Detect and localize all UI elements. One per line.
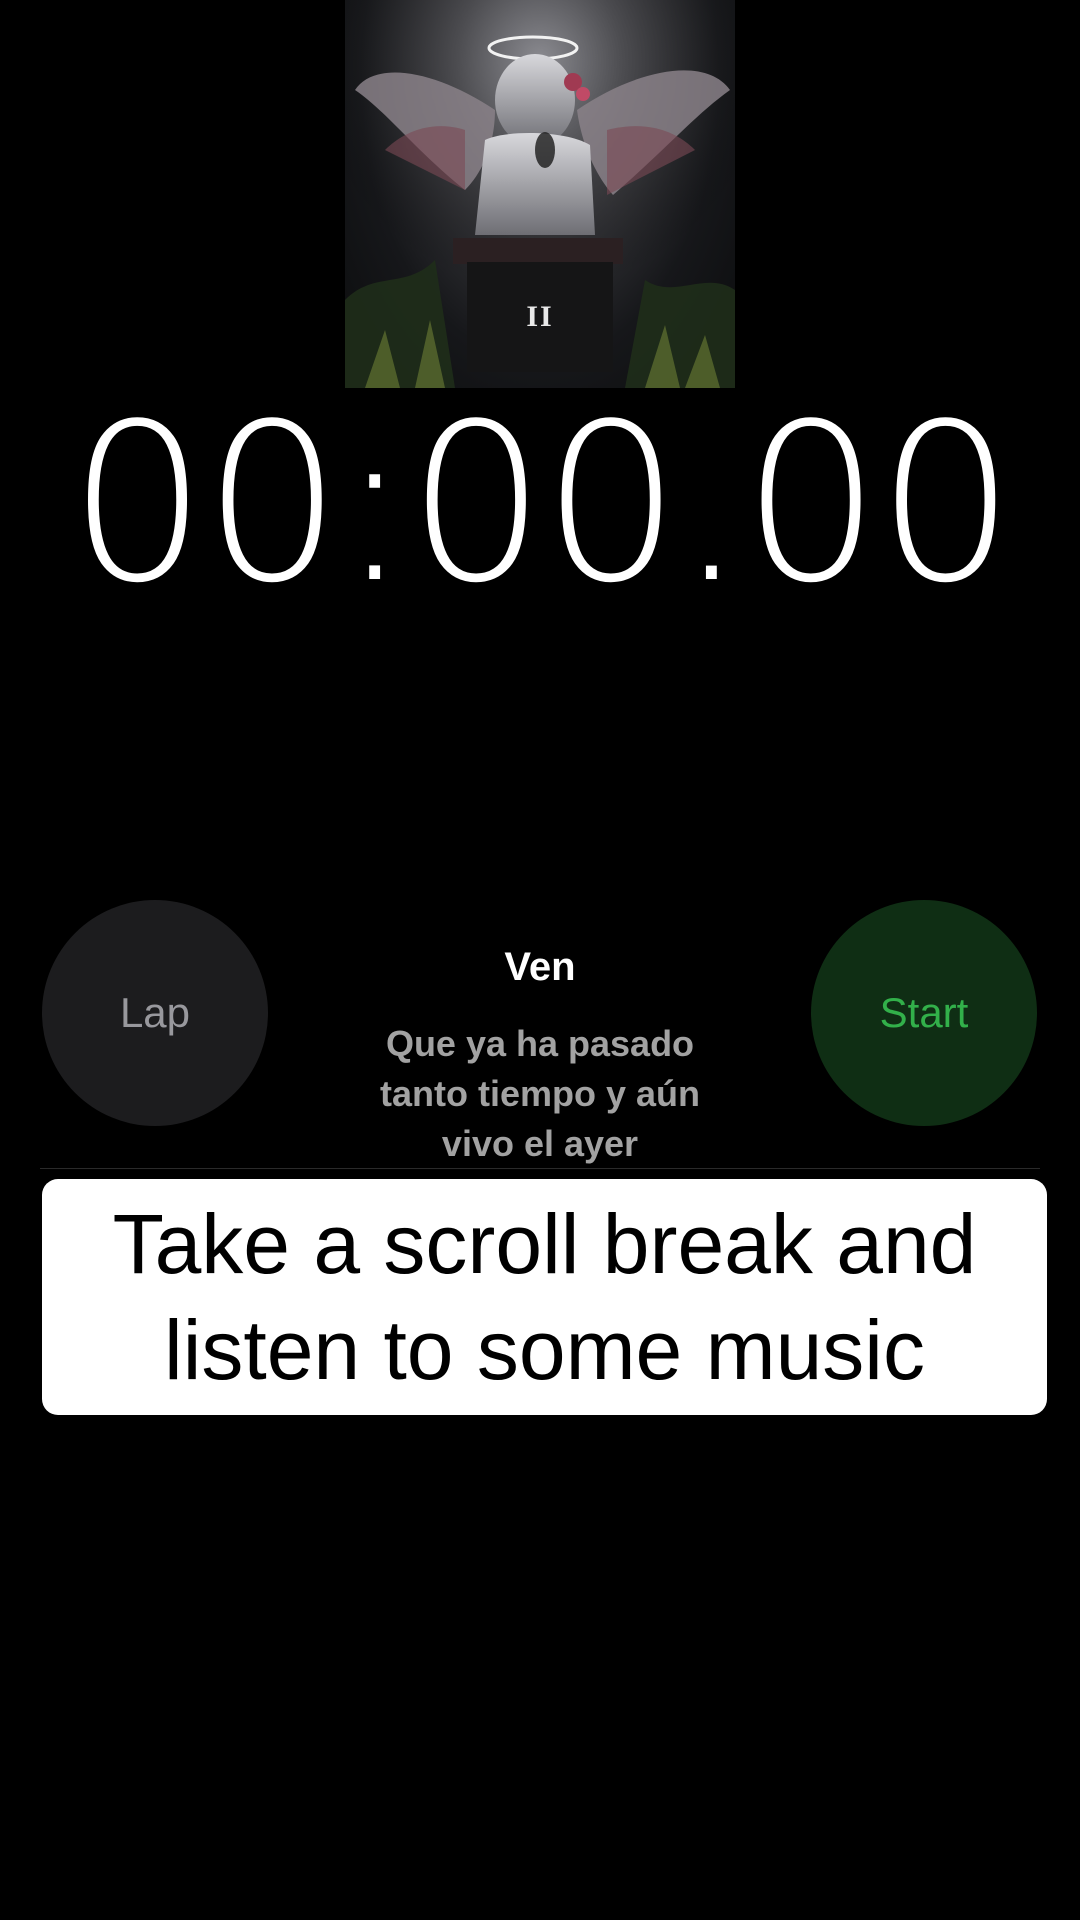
album-art[interactable]: II bbox=[345, 0, 735, 388]
stopwatch-time: 00:00.00 bbox=[68, 378, 1016, 631]
caption-line: listen to some music bbox=[164, 1303, 925, 1397]
lyrics-line: Que ya ha pasado bbox=[385, 1023, 695, 1064]
lap-button[interactable]: Lap bbox=[42, 900, 268, 1126]
lyrics: Que ya ha pasado tanto tiempo y aún vivo… bbox=[290, 1019, 790, 1169]
lyrics-line: tanto tiempo y aún bbox=[379, 1073, 700, 1114]
album-numeral: II bbox=[526, 300, 554, 333]
caption-line: Take a scroll break and bbox=[112, 1197, 977, 1291]
start-button[interactable]: Start bbox=[811, 900, 1037, 1126]
screen: II 00:00.00 Lap Ven Que ya ha pasado tan… bbox=[0, 0, 1080, 1920]
song-title: Ven bbox=[504, 945, 576, 989]
divider bbox=[40, 1168, 1040, 1169]
lyrics-line: vivo el ayer bbox=[441, 1123, 639, 1164]
caption-overlay: Take a scroll break and listen to some m… bbox=[42, 1179, 1047, 1415]
